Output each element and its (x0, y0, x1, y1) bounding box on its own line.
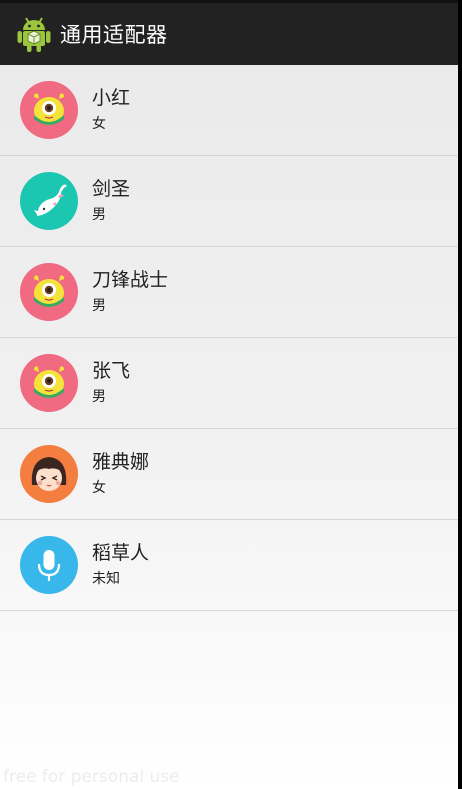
screen: 通用适配器 小红 女 剑圣 男 刀锋战士 男 张飞 男 雅典娜 女 稻草人 未知… (0, 0, 458, 789)
list-item[interactable]: 刀锋战士 男 (0, 247, 458, 338)
list-item[interactable]: 小红 女 (0, 65, 458, 156)
item-texts: 小红 女 (92, 85, 130, 135)
minion-avatar-icon (20, 263, 78, 321)
item-gender: 男 (92, 298, 106, 314)
item-gender: 女 (92, 116, 106, 132)
item-name: 小红 (92, 87, 131, 109)
item-gender: 未知 (92, 571, 120, 587)
item-name: 雅典娜 (92, 451, 150, 473)
minion-avatar-icon (20, 354, 78, 412)
item-name: 稻草人 (92, 542, 150, 564)
item-texts: 张飞 男 (92, 358, 130, 408)
list-item[interactable]: 剑圣 男 (0, 156, 458, 247)
item-gender: 女 (92, 480, 106, 496)
android-icon[interactable] (16, 16, 52, 52)
list-item[interactable]: 雅典娜 女 (0, 429, 458, 520)
item-gender: 男 (92, 389, 106, 405)
fish-avatar-icon (20, 172, 78, 230)
app-title: 通用适配器 (60, 23, 168, 47)
adapter-list: 小红 女 剑圣 男 刀锋战士 男 张飞 男 雅典娜 女 稻草人 未知 (0, 65, 458, 611)
item-texts: 稻草人 未知 (92, 540, 149, 590)
item-name: 剑圣 (92, 178, 131, 200)
item-texts: 雅典娜 女 (92, 449, 149, 499)
list-item[interactable]: 稻草人 未知 (0, 520, 458, 611)
microphone-avatar-icon (20, 536, 78, 594)
minion-avatar-icon (20, 81, 78, 139)
item-texts: 剑圣 男 (92, 176, 130, 226)
item-name: 张飞 (92, 360, 131, 382)
action-bar: 通用适配器 (0, 0, 458, 65)
item-gender: 男 (92, 207, 106, 223)
list-item[interactable]: 张飞 男 (0, 338, 458, 429)
girl-avatar-icon (20, 445, 78, 503)
watermark: free for personal use (3, 767, 180, 787)
item-name: 刀锋战士 (92, 269, 169, 291)
item-texts: 刀锋战士 男 (92, 267, 168, 317)
